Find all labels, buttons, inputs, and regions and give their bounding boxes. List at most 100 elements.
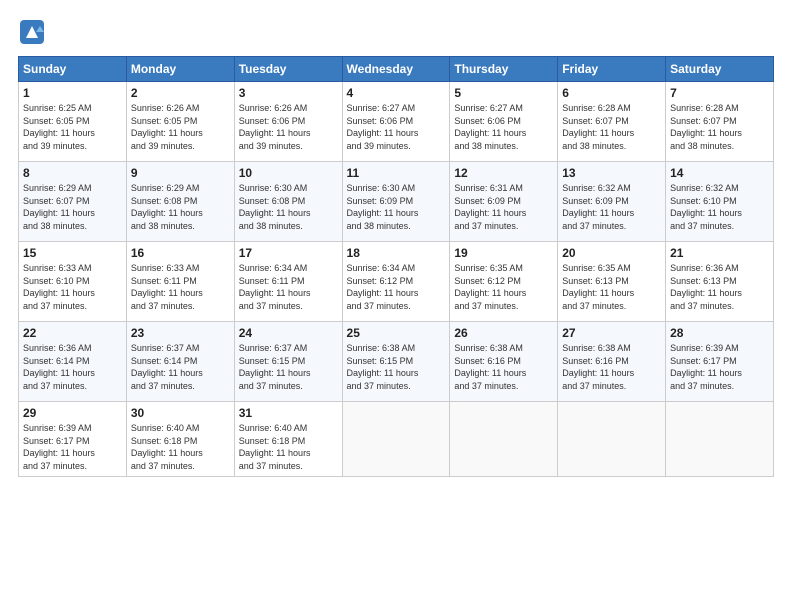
day-number: 9 [131,166,230,180]
day-info: Sunrise: 6:38 AM Sunset: 6:16 PM Dayligh… [562,342,661,392]
day-number: 26 [454,326,553,340]
calendar-cell: 31 Sunrise: 6:40 AM Sunset: 6:18 PM Dayli… [234,402,342,477]
day-info: Sunrise: 6:32 AM Sunset: 6:09 PM Dayligh… [562,182,661,232]
calendar-cell: 4 Sunrise: 6:27 AM Sunset: 6:06 PM Daylig… [342,82,450,162]
day-info: Sunrise: 6:34 AM Sunset: 6:12 PM Dayligh… [347,262,446,312]
calendar-cell: 21Sunrise: 6:36 AM Sunset: 6:13 PM Dayli… [666,242,774,322]
calendar-cell [558,402,666,477]
day-info: Sunrise: 6:36 AM Sunset: 6:14 PM Dayligh… [23,342,122,392]
page-header [18,18,774,46]
calendar-cell: 17 Sunrise: 6:34 AM Sunset: 6:11 PM Dayli… [234,242,342,322]
day-number: 3 [239,86,338,100]
calendar-cell: 2Sunrise: 6:26 AM Sunset: 6:05 PM Daylig… [126,82,234,162]
day-header: Wednesday [342,57,450,82]
calendar-cell: 11Sunrise: 6:30 AM Sunset: 6:09 PM Dayli… [342,162,450,242]
day-info: Sunrise: 6:27 AM Sunset: 6:06 PM Dayligh… [347,102,446,152]
day-header: Monday [126,57,234,82]
day-number: 1 [23,86,122,100]
day-number: 12 [454,166,553,180]
calendar-cell: 10 Sunrise: 6:30 AM Sunset: 6:08 PM Dayli… [234,162,342,242]
day-info: Sunrise: 6:28 AM Sunset: 6:07 PM Dayligh… [670,102,769,152]
day-number: 21 [670,246,769,260]
calendar-cell: 12 Sunrise: 6:31 AM Sunset: 6:09 PM Dayli… [450,162,558,242]
calendar-cell: 1 Sunrise: 6:25 AM Sunset: 6:05 PM Daylig… [19,82,127,162]
day-number: 15 [23,246,122,260]
day-number: 14 [670,166,769,180]
day-number: 29 [23,406,122,420]
day-number: 28 [670,326,769,340]
calendar-cell: 28 Sunrise: 6:39 AM Sunset: 6:17 PM Dayli… [666,322,774,402]
day-info: Sunrise: 6:35 AM Sunset: 6:13 PM Dayligh… [562,262,661,312]
day-info: Sunrise: 6:29 AM Sunset: 6:07 PM Dayligh… [23,182,122,232]
calendar-cell: 7 Sunrise: 6:28 AM Sunset: 6:07 PM Daylig… [666,82,774,162]
calendar-cell: 13 Sunrise: 6:32 AM Sunset: 6:09 PM Dayli… [558,162,666,242]
calendar-cell: 22 Sunrise: 6:36 AM Sunset: 6:14 PM Dayli… [19,322,127,402]
day-number: 20 [562,246,661,260]
day-number: 19 [454,246,553,260]
calendar-cell: 30 Sunrise: 6:40 AM Sunset: 6:18 PM Dayli… [126,402,234,477]
day-info: Sunrise: 6:29 AM Sunset: 6:08 PM Dayligh… [131,182,230,232]
calendar-cell: 18 Sunrise: 6:34 AM Sunset: 6:12 PM Dayli… [342,242,450,322]
day-info: Sunrise: 6:40 AM Sunset: 6:18 PM Dayligh… [239,422,338,472]
calendar-cell: 14 Sunrise: 6:32 AM Sunset: 6:10 PM Dayli… [666,162,774,242]
day-number: 27 [562,326,661,340]
day-info: Sunrise: 6:38 AM Sunset: 6:15 PM Dayligh… [347,342,446,392]
day-number: 31 [239,406,338,420]
day-info: Sunrise: 6:35 AM Sunset: 6:12 PM Dayligh… [454,262,553,312]
day-info: Sunrise: 6:26 AM Sunset: 6:06 PM Dayligh… [239,102,338,152]
calendar-cell: 23 Sunrise: 6:37 AM Sunset: 6:14 PM Dayli… [126,322,234,402]
calendar-cell [666,402,774,477]
day-number: 7 [670,86,769,100]
day-info: Sunrise: 6:27 AM Sunset: 6:06 PM Dayligh… [454,102,553,152]
day-number: 17 [239,246,338,260]
day-number: 13 [562,166,661,180]
day-number: 18 [347,246,446,260]
day-number: 8 [23,166,122,180]
logo-icon [18,18,46,46]
day-info: Sunrise: 6:33 AM Sunset: 6:10 PM Dayligh… [23,262,122,312]
calendar-cell: 20 Sunrise: 6:35 AM Sunset: 6:13 PM Dayli… [558,242,666,322]
calendar-cell: 6 Sunrise: 6:28 AM Sunset: 6:07 PM Daylig… [558,82,666,162]
logo [18,18,50,46]
day-info: Sunrise: 6:25 AM Sunset: 6:05 PM Dayligh… [23,102,122,152]
day-info: Sunrise: 6:26 AM Sunset: 6:05 PM Dayligh… [131,102,230,152]
calendar-cell: 5Sunrise: 6:27 AM Sunset: 6:06 PM Daylig… [450,82,558,162]
day-number: 16 [131,246,230,260]
calendar-cell: 8 Sunrise: 6:29 AM Sunset: 6:07 PM Daylig… [19,162,127,242]
day-info: Sunrise: 6:30 AM Sunset: 6:08 PM Dayligh… [239,182,338,232]
day-info: Sunrise: 6:34 AM Sunset: 6:11 PM Dayligh… [239,262,338,312]
calendar-cell: 27 Sunrise: 6:38 AM Sunset: 6:16 PM Dayli… [558,322,666,402]
day-info: Sunrise: 6:28 AM Sunset: 6:07 PM Dayligh… [562,102,661,152]
day-info: Sunrise: 6:30 AM Sunset: 6:09 PM Dayligh… [347,182,446,232]
day-info: Sunrise: 6:39 AM Sunset: 6:17 PM Dayligh… [23,422,122,472]
calendar-cell: 24Sunrise: 6:37 AM Sunset: 6:15 PM Dayli… [234,322,342,402]
day-header: Tuesday [234,57,342,82]
calendar-cell: 15 Sunrise: 6:33 AM Sunset: 6:10 PM Dayli… [19,242,127,322]
day-info: Sunrise: 6:37 AM Sunset: 6:15 PM Dayligh… [239,342,338,392]
day-number: 4 [347,86,446,100]
day-header: Thursday [450,57,558,82]
calendar-cell: 26 Sunrise: 6:38 AM Sunset: 6:16 PM Dayli… [450,322,558,402]
day-number: 22 [23,326,122,340]
calendar-cell: 25 Sunrise: 6:38 AM Sunset: 6:15 PM Dayli… [342,322,450,402]
calendar-cell [450,402,558,477]
day-info: Sunrise: 6:32 AM Sunset: 6:10 PM Dayligh… [670,182,769,232]
day-number: 6 [562,86,661,100]
day-info: Sunrise: 6:33 AM Sunset: 6:11 PM Dayligh… [131,262,230,312]
day-header: Saturday [666,57,774,82]
calendar-cell: 3 Sunrise: 6:26 AM Sunset: 6:06 PM Daylig… [234,82,342,162]
day-number: 23 [131,326,230,340]
day-number: 30 [131,406,230,420]
day-info: Sunrise: 6:39 AM Sunset: 6:17 PM Dayligh… [670,342,769,392]
calendar-cell: 29 Sunrise: 6:39 AM Sunset: 6:17 PM Dayli… [19,402,127,477]
calendar-cell: 9 Sunrise: 6:29 AM Sunset: 6:08 PM Daylig… [126,162,234,242]
day-info: Sunrise: 6:31 AM Sunset: 6:09 PM Dayligh… [454,182,553,232]
calendar-table: SundayMondayTuesdayWednesdayThursdayFrid… [18,56,774,477]
day-info: Sunrise: 6:38 AM Sunset: 6:16 PM Dayligh… [454,342,553,392]
day-number: 10 [239,166,338,180]
calendar-cell: 16 Sunrise: 6:33 AM Sunset: 6:11 PM Dayli… [126,242,234,322]
day-number: 25 [347,326,446,340]
day-header: Friday [558,57,666,82]
day-info: Sunrise: 6:37 AM Sunset: 6:14 PM Dayligh… [131,342,230,392]
day-info: Sunrise: 6:40 AM Sunset: 6:18 PM Dayligh… [131,422,230,472]
